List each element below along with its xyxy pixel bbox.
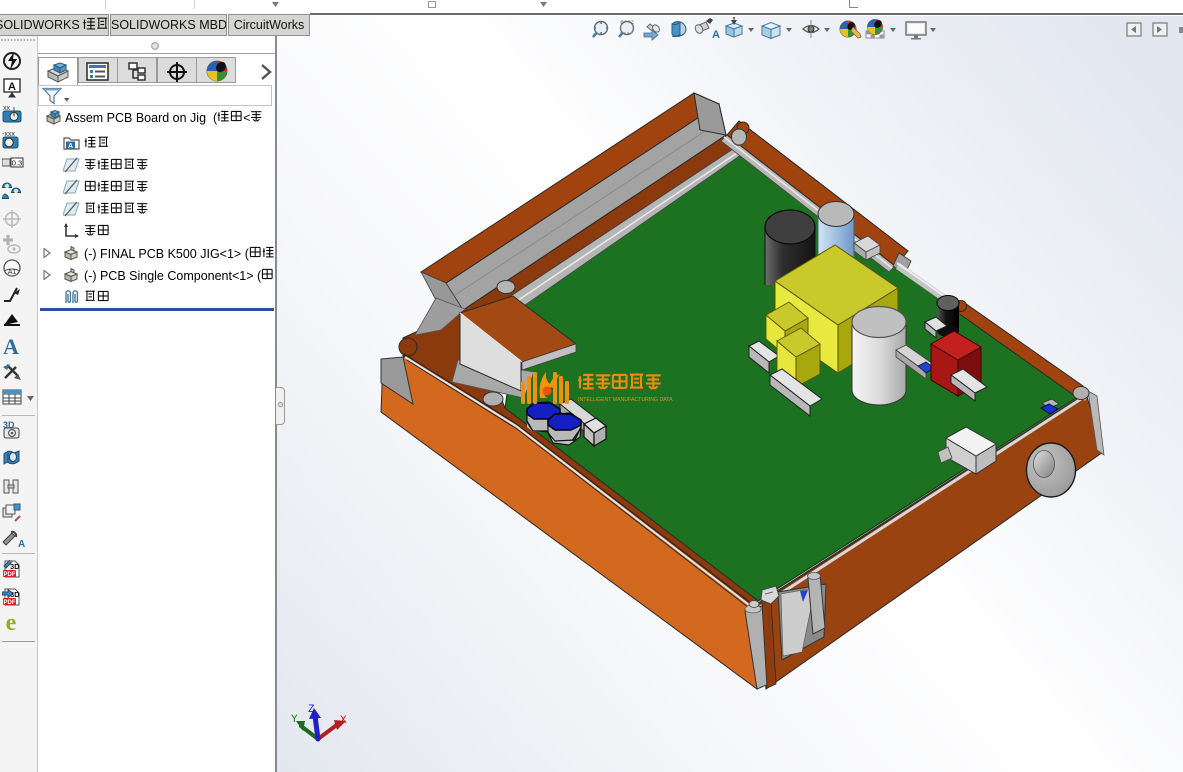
svg-text:A: A [18, 539, 25, 550]
svg-text:3D: 3D [10, 562, 20, 571]
svg-text:A: A [8, 81, 16, 93]
svg-text:PDF: PDF [4, 572, 16, 578]
svg-text:A: A [712, 29, 720, 41]
svg-text:0.3: 0.3 [12, 159, 22, 168]
svg-text:X: X [340, 715, 347, 727]
svg-text:A: A [68, 143, 73, 150]
svg-text:PDF: PDF [4, 600, 16, 606]
svg-text:INTELLIGENT MANUFACTURING DATA: INTELLIGENT MANUFACTURING DATA [578, 397, 673, 403]
svg-text:e: e [6, 612, 17, 634]
svg-text:Y: Y [291, 714, 298, 726]
svg-text:Z: Z [308, 704, 315, 716]
svg-text:A: A [3, 334, 19, 356]
svg-text:A1: A1 [8, 269, 17, 276]
